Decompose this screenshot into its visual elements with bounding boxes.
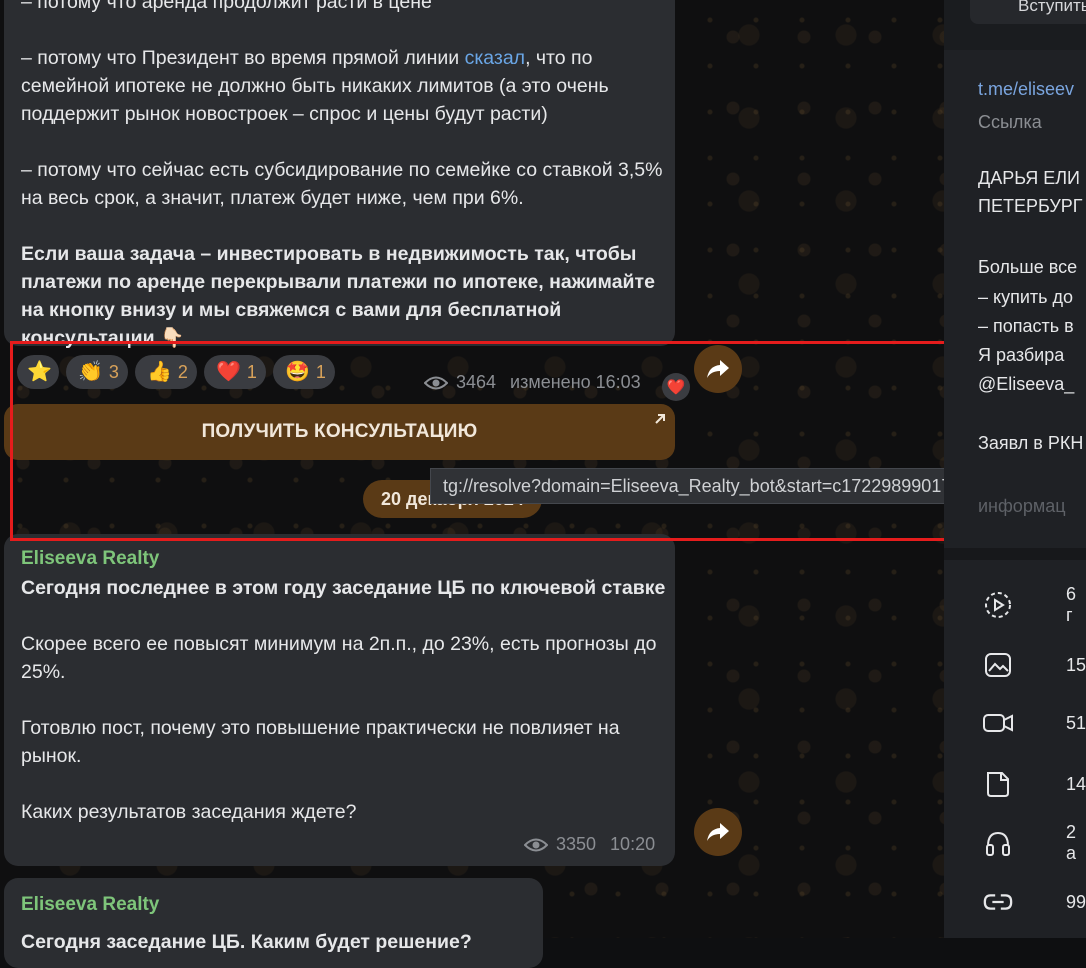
panel-header: Вступить [944,0,1086,50]
view-count: 3350 [556,834,597,854]
panel-divider [944,548,1086,560]
external-arrow-icon [655,414,665,424]
stat-row-photos[interactable]: 15 [944,645,1086,685]
description-line: информац [978,496,1066,516]
description-line: – попасть в [978,316,1074,336]
heart-emoji-icon: ❤️ [216,361,241,383]
my-reaction-badge[interactable]: ❤️ [662,373,690,401]
stat-row-files[interactable]: 14 [944,764,1086,804]
forward-arrow-icon [707,360,729,378]
reaction-star[interactable]: ⭐ [17,355,59,389]
thumbsup-emoji-icon: 👍 [147,361,172,383]
reaction-count: 1 [315,361,326,382]
message-link[interactable]: сказал [465,47,526,69]
link-tooltip: tg://resolve?domain=Eliseeva_Realty_bot&… [430,468,1010,504]
message-bubble: Eliseeva Realty Сегодня заседание ЦБ. Ка… [4,878,543,968]
message-text: – потому что аренда продолжит расти в це… [21,0,432,13]
description-line: Больше все [978,257,1078,277]
message-meta: 3350 10:20 [524,834,655,855]
stat-row-videos[interactable]: 51 [944,703,1086,743]
link-icon [982,886,1014,918]
description-line: ДАРЬЯ ЕЛИ [978,168,1080,188]
reaction-count: 2 [177,361,188,382]
message-title: Сегодня заседание ЦБ. Каким будет решени… [21,931,472,953]
stat-row-links[interactable]: 99 [944,882,1086,922]
channel-link-caption: Ссылка [978,112,1042,132]
description-line: Заявл в РКН [978,433,1084,453]
message-text: Скорее всего ее повысят минимум на 2п.п.… [21,633,657,683]
channel-link[interactable]: t.me/eliseev [978,76,1074,103]
heart-icon: ❤️ [666,379,686,396]
forward-button[interactable] [694,808,742,856]
starstruck-emoji-icon: 🤩 [285,361,310,383]
gif-icon [982,589,1014,621]
message-text: – потому что сейчас есть субсидирование … [21,159,663,209]
reaction-thumbsup[interactable]: 👍 2 [135,355,197,389]
message-title: Сегодня последнее в этом году заседание … [21,577,666,599]
view-count: 3464 [456,372,497,392]
message-time: 10:20 [610,834,656,854]
forward-arrow-icon [707,823,729,841]
file-icon [982,768,1014,800]
description-line: Я разбира [978,345,1065,365]
description-line: – купить до [978,287,1074,307]
photo-icon [982,649,1014,681]
audio-icon [982,827,1014,859]
reaction-heart[interactable]: ❤️ 1 [204,355,266,389]
star-emoji-icon: ⭐ [27,361,52,383]
reaction-starstruck[interactable]: 🤩 1 [273,355,335,389]
message-bubble: Eliseeva Realty Сегодня последнее в этом… [4,534,675,866]
message-text: – потому что Президент во время прямой л… [21,47,609,125]
sender-name[interactable]: Eliseeva Realty [21,546,666,572]
clap-emoji-icon: 👏 [78,361,103,383]
forward-button[interactable] [694,345,742,393]
reaction-count: 1 [246,361,257,382]
description-line: ПЕТЕРБУРГ [978,196,1083,216]
stat-row-gifs[interactable]: 6 г [944,584,1086,625]
sender-name[interactable]: Eliseeva Realty [21,894,159,916]
message-text: Если ваша задача – инвестировать в недви… [21,243,655,349]
channel-info-panel: Вступить t.me/eliseev Ссылка ДАРЬЯ ЕЛИ П… [944,0,1086,938]
message-text: Готовлю пост, почему это повышение практ… [21,717,620,767]
message-bubble: – потому что аренда продолжит расти в це… [4,0,675,349]
eye-icon [424,376,448,389]
edited-time: изменено 16:03 [510,372,641,392]
description-line[interactable]: @Eliseeva_ [978,371,1074,398]
reaction-count: 3 [108,361,119,382]
eye-icon [524,838,548,851]
message-meta: 3464 изменено 16:03 [424,372,641,393]
reaction-clap[interactable]: 👏 3 [66,355,128,389]
stat-row-audio[interactable]: 2 а [944,822,1086,863]
cta-label: ПОЛУЧИТЬ КОНСУЛЬТАЦИЮ [201,421,478,442]
message-text: Каких результатов заседания ждете? [21,801,357,823]
get-consultation-button[interactable]: ПОЛУЧИТЬ КОНСУЛЬТАЦИЮ [4,404,675,460]
join-button[interactable]: Вступить [970,0,1086,24]
video-icon [982,707,1014,739]
